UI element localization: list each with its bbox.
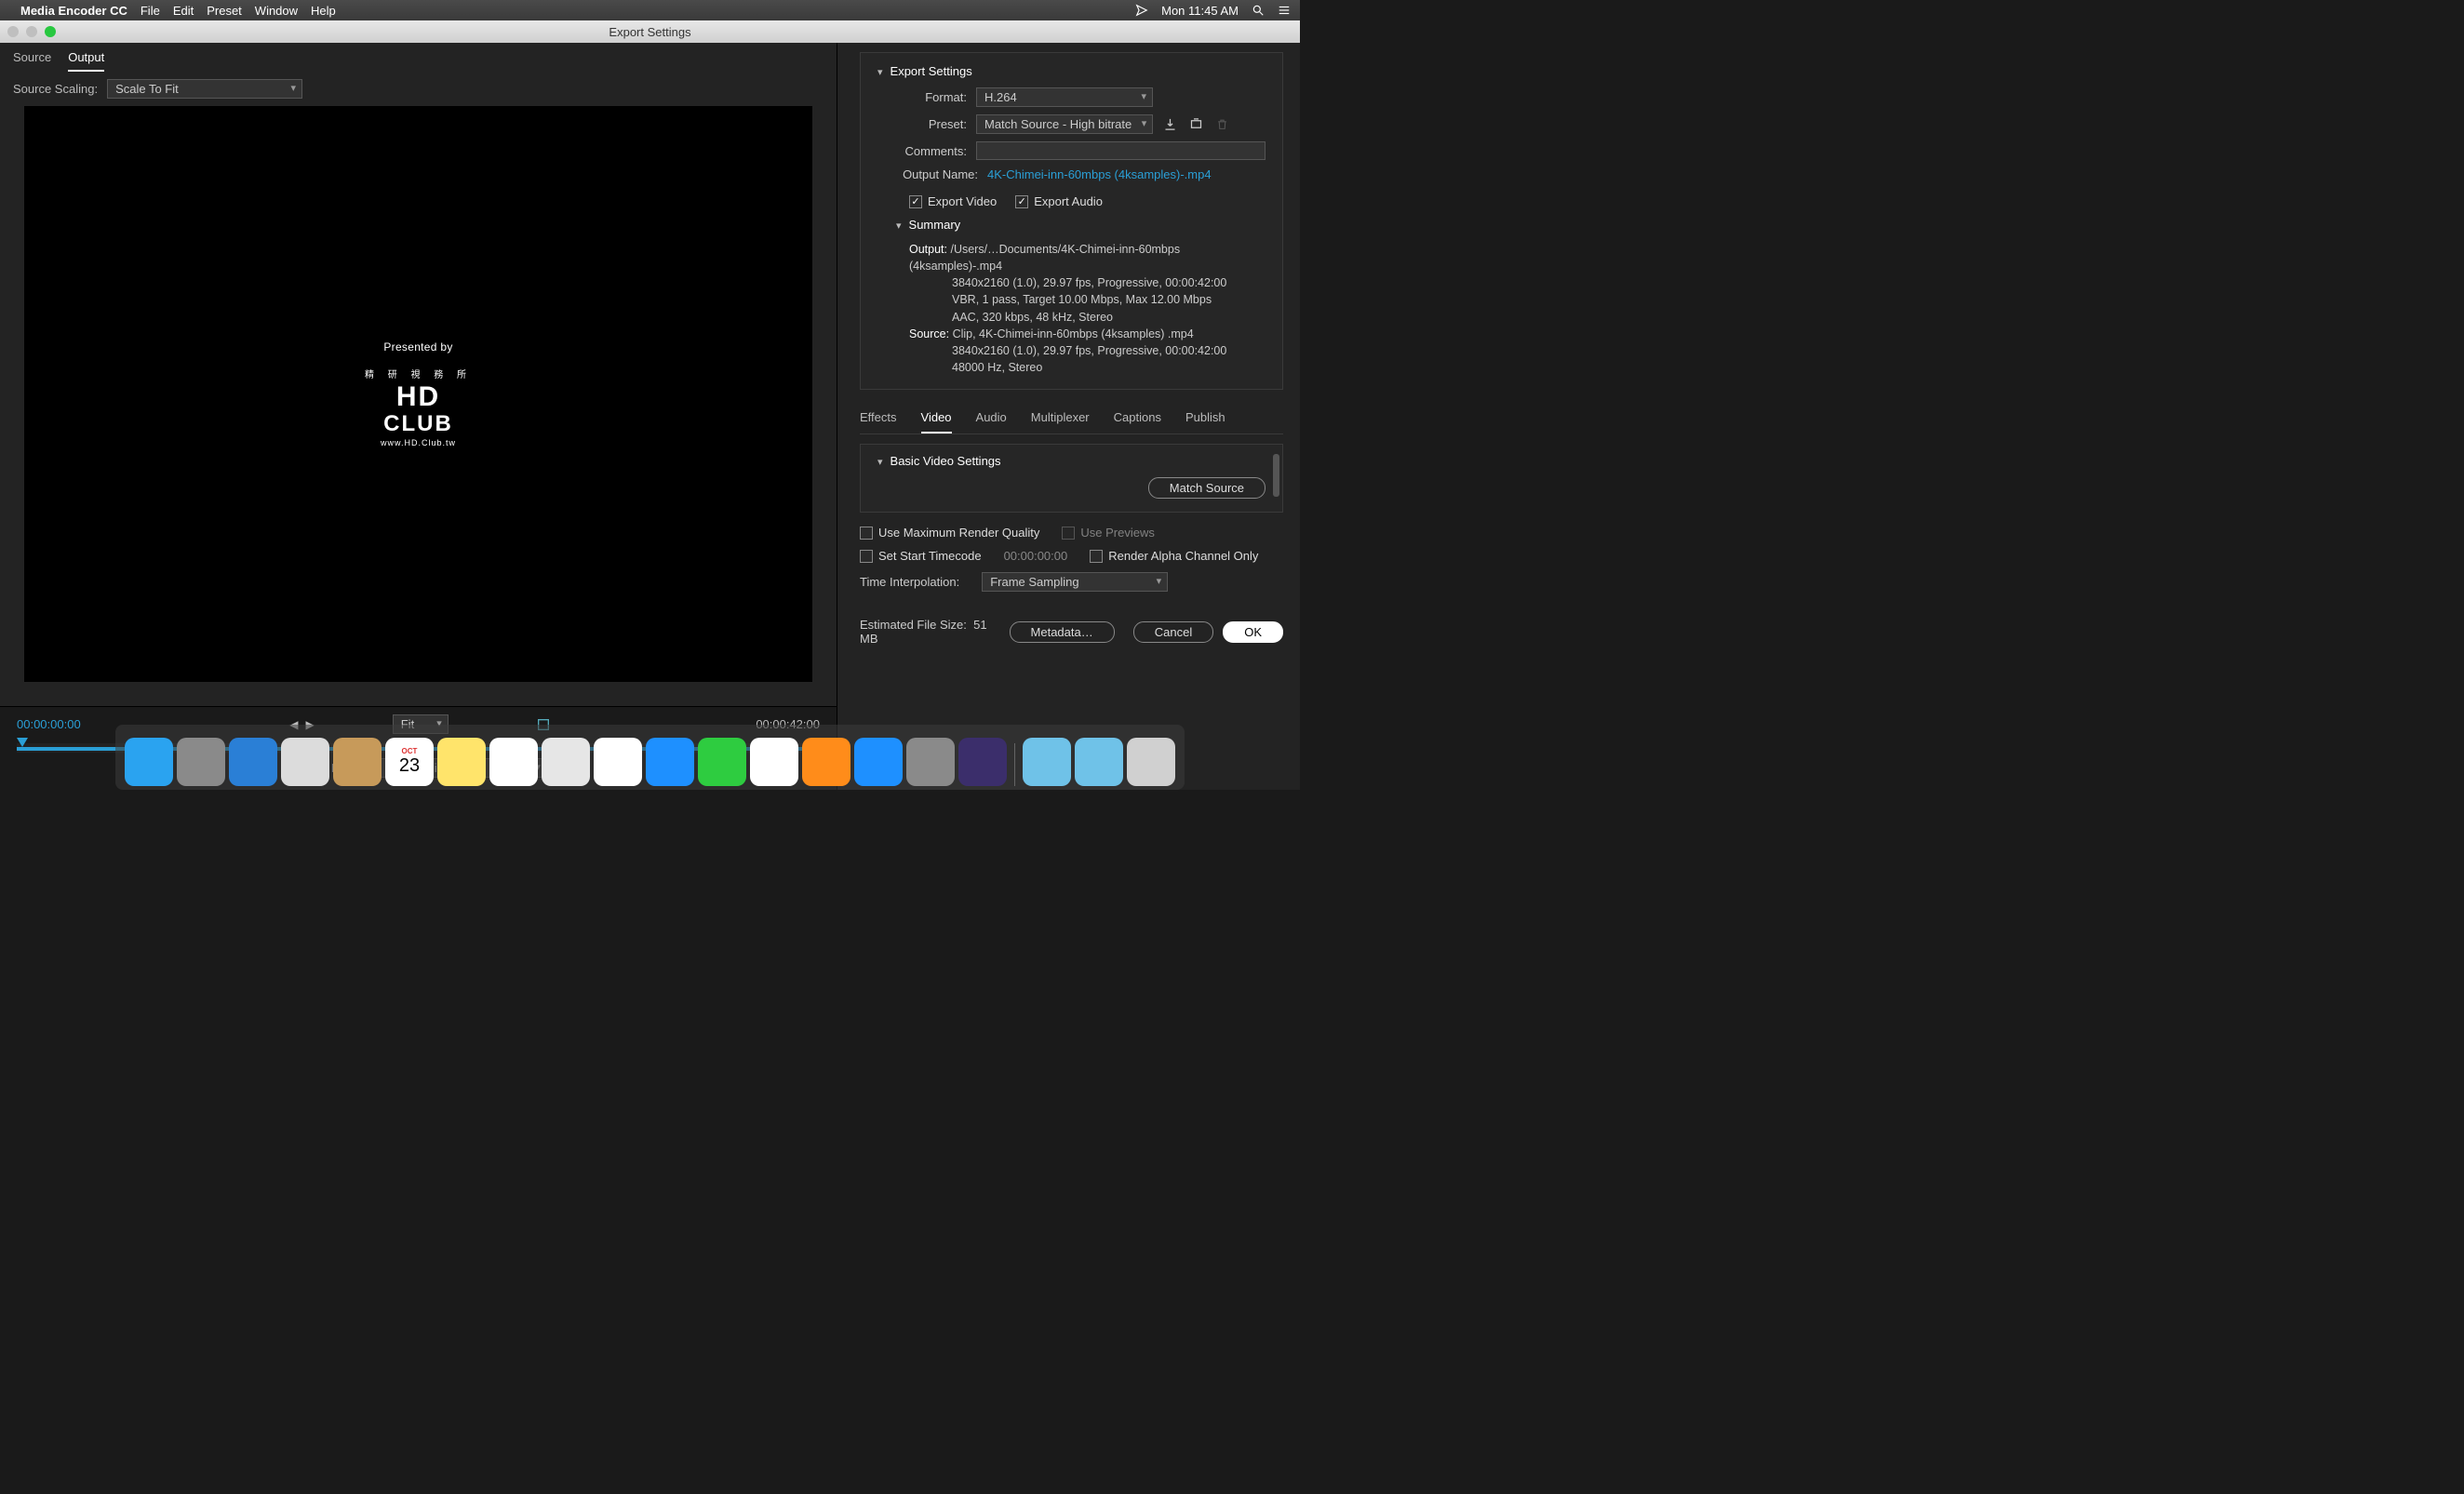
tab-video[interactable]: Video: [921, 410, 952, 434]
dock-app-messages[interactable]: [646, 738, 694, 786]
estimated-file-size: Estimated File Size: 51 MB: [860, 618, 1000, 646]
dock-app-notes[interactable]: [437, 738, 486, 786]
export-audio-checkbox[interactable]: Export Audio: [1015, 194, 1103, 208]
playhead[interactable]: [17, 738, 28, 747]
render-alpha-checkbox[interactable]: Render Alpha Channel Only: [1090, 549, 1258, 563]
dock-app-appstore[interactable]: [854, 738, 903, 786]
menu-help[interactable]: Help: [311, 4, 336, 18]
comments-input[interactable]: [976, 141, 1265, 160]
menu-window[interactable]: Window: [255, 4, 298, 18]
summary-body: Output: /Users/…Documents/4K-Chimei-inn-…: [877, 241, 1265, 376]
macos-menubar: Media Encoder CC File Edit Preset Window…: [0, 0, 1300, 20]
window-titlebar: Export Settings: [0, 20, 1300, 43]
scrollbar[interactable]: [1273, 454, 1279, 497]
output-name-link[interactable]: 4K-Chimei-inn-60mbps (4ksamples)-.mp4: [987, 167, 1212, 181]
dock-trash[interactable]: [1127, 738, 1175, 786]
dock-app-finder[interactable]: [125, 738, 173, 786]
max-render-quality-checkbox[interactable]: Use Maximum Render Quality: [860, 526, 1039, 540]
summary-toggle[interactable]: Summary: [896, 218, 1265, 232]
export-settings-section: Export Settings Format: H.264 Preset: Ma…: [860, 52, 1283, 390]
chevron-down-icon: [877, 64, 883, 78]
settings-tabs: Effects Video Audio Multiplexer Captions…: [860, 403, 1283, 434]
dock-app-calendar[interactable]: OCT23: [385, 738, 434, 786]
minimize-window-button[interactable]: [26, 26, 37, 37]
delete-preset-icon: [1212, 116, 1231, 133]
dock-app-safari[interactable]: [229, 738, 277, 786]
dock: OCT23: [115, 725, 1185, 790]
app-menu[interactable]: Media Encoder CC: [20, 4, 127, 18]
chevron-down-icon: [896, 218, 902, 232]
tab-source[interactable]: Source: [13, 50, 51, 72]
zoom-window-button[interactable]: [45, 26, 56, 37]
tab-publish[interactable]: Publish: [1185, 410, 1225, 434]
ok-button[interactable]: OK: [1223, 621, 1283, 643]
cancel-button[interactable]: Cancel: [1133, 621, 1213, 643]
chevron-down-icon: [877, 454, 883, 468]
tab-output[interactable]: Output: [68, 50, 104, 72]
metadata-button[interactable]: Metadata…: [1010, 621, 1115, 643]
status-icon[interactable]: [1135, 4, 1148, 17]
start-timecode-value: 00:00:00:00: [1004, 549, 1068, 563]
preset-label: Preset:: [877, 117, 967, 131]
window-title: Export Settings: [56, 25, 1244, 39]
menu-edit[interactable]: Edit: [173, 4, 194, 18]
dock-app-maps[interactable]: [542, 738, 590, 786]
time-interpolation-label: Time Interpolation:: [860, 575, 959, 589]
dock-app-photos[interactable]: [594, 738, 642, 786]
import-preset-icon[interactable]: [1186, 116, 1205, 133]
source-scaling-label: Source Scaling:: [13, 82, 98, 96]
preset-dropdown[interactable]: Match Source - High bitrate: [976, 114, 1153, 134]
dock-app-facetime[interactable]: [698, 738, 746, 786]
export-settings-toggle[interactable]: Export Settings: [877, 64, 1265, 78]
preview-logo: HD CLUB: [365, 384, 472, 434]
dock-applications[interactable]: [1023, 738, 1071, 786]
preview-presented-by: Presented by: [365, 340, 472, 353]
tab-audio[interactable]: Audio: [976, 410, 1007, 434]
in-timecode[interactable]: 00:00:00:00: [17, 717, 81, 731]
match-source-button[interactable]: Match Source: [1148, 477, 1265, 499]
dock-app-ibooks[interactable]: [802, 738, 850, 786]
dock-app-contacts[interactable]: [333, 738, 382, 786]
preview-tabs: Source Output: [0, 43, 837, 72]
preview-line1: 精 研 視 務 所: [365, 367, 472, 380]
dock-downloads[interactable]: [1075, 738, 1123, 786]
dock-app-mediaencoder[interactable]: [958, 738, 1007, 786]
spotlight-icon[interactable]: [1252, 4, 1265, 17]
notification-center-icon[interactable]: [1278, 4, 1291, 17]
export-video-checkbox[interactable]: Export Video: [909, 194, 997, 208]
preview-url: www.HD.Club.tw: [365, 438, 472, 447]
close-window-button[interactable]: [7, 26, 19, 37]
tab-multiplexer[interactable]: Multiplexer: [1031, 410, 1090, 434]
set-start-timecode-checkbox[interactable]: Set Start Timecode: [860, 549, 982, 563]
menu-preset[interactable]: Preset: [207, 4, 242, 18]
time-interpolation-dropdown[interactable]: Frame Sampling: [982, 572, 1168, 592]
format-label: Format:: [877, 90, 967, 104]
tab-effects[interactable]: Effects: [860, 410, 897, 434]
save-preset-icon[interactable]: [1160, 116, 1179, 133]
format-dropdown[interactable]: H.264: [976, 87, 1153, 107]
dock-app-mail[interactable]: [281, 738, 329, 786]
dock-app-reminders[interactable]: [489, 738, 538, 786]
output-name-label: Output Name:: [877, 167, 978, 181]
dock-app-itunes[interactable]: [750, 738, 798, 786]
dock-app-systemprefs[interactable]: [906, 738, 955, 786]
menu-file[interactable]: File: [141, 4, 160, 18]
video-settings-panel: Basic Video Settings Match Source: [860, 444, 1283, 513]
tab-captions[interactable]: Captions: [1114, 410, 1161, 434]
basic-video-toggle[interactable]: Basic Video Settings: [877, 454, 1265, 468]
video-preview: Presented by 精 研 視 務 所 HD CLUB www.HD.Cl…: [24, 106, 812, 682]
dock-app-launchpad[interactable]: [177, 738, 225, 786]
comments-label: Comments:: [877, 144, 967, 158]
menubar-clock[interactable]: Mon 11:45 AM: [1161, 4, 1239, 18]
use-previews-checkbox: Use Previews: [1062, 526, 1154, 540]
source-scaling-dropdown[interactable]: Scale To Fit: [107, 79, 302, 99]
